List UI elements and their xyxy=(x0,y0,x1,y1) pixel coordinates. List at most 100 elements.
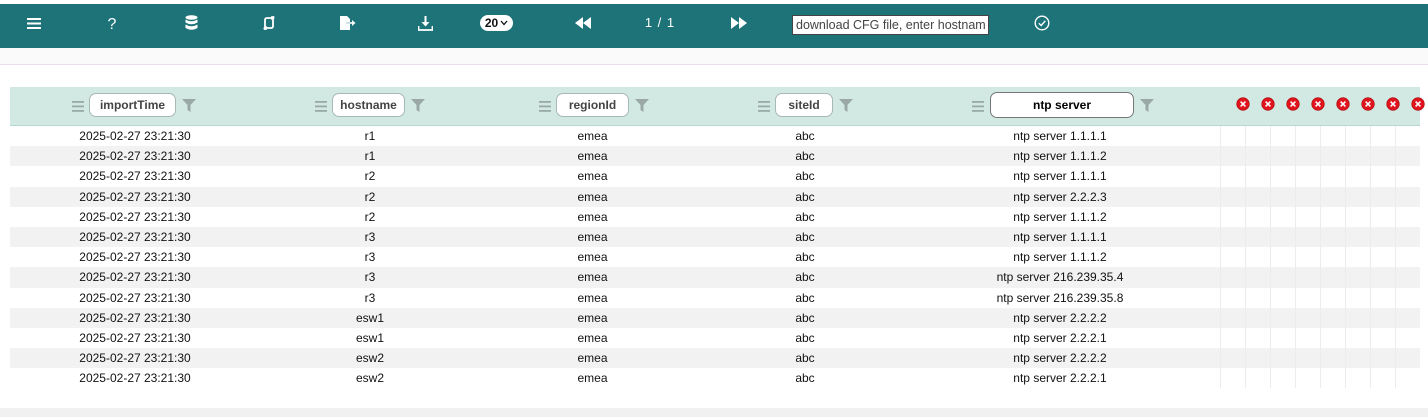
page-size-select[interactable]: 20 xyxy=(480,15,513,31)
table-row[interactable]: 2025-02-27 23:21:30 esw1 emea abc ntp server… xyxy=(10,307,1420,328)
column-sort-button[interactable]: ntp server xyxy=(990,92,1134,118)
hostname-search-input[interactable] xyxy=(792,15,989,35)
grid-divider xyxy=(1270,327,1271,349)
cell-import-time: 2025-02-27 23:21:30 xyxy=(79,351,191,366)
grid-divider xyxy=(1320,267,1321,288)
grid-divider xyxy=(1370,247,1371,268)
grid-divider xyxy=(1320,287,1321,308)
grid-divider xyxy=(1245,186,1246,207)
column-sort-button[interactable]: hostname xyxy=(332,93,405,117)
rewind-icon[interactable] xyxy=(574,12,592,34)
grid-divider xyxy=(1320,146,1321,167)
clear-filter-icon[interactable] xyxy=(1411,97,1425,111)
clear-filter-icon[interactable] xyxy=(1386,97,1400,111)
column-sort-button[interactable]: regionId xyxy=(556,93,629,117)
column-menu-icon[interactable] xyxy=(972,101,984,112)
grid-divider xyxy=(1295,267,1296,288)
table-row[interactable]: 2025-02-27 23:21:30 r3 emea abc ntp server 1… xyxy=(10,247,1420,268)
grid-divider xyxy=(1345,348,1346,369)
clear-filter-icon[interactable] xyxy=(1261,97,1275,111)
filter-icon[interactable] xyxy=(411,99,425,112)
grid-divider xyxy=(1295,348,1296,369)
fast-forward-icon[interactable] xyxy=(730,12,748,34)
column-sort-button[interactable]: siteId xyxy=(775,93,833,117)
download-icon[interactable] xyxy=(416,12,434,34)
grid-divider xyxy=(1270,226,1271,248)
check-circle-icon[interactable] xyxy=(1033,12,1051,34)
grid-divider xyxy=(1295,206,1296,227)
cell-ntp-server: ntp server 1.1.1.1 xyxy=(1013,229,1107,244)
grid-divider xyxy=(1395,186,1396,207)
column-menu-icon[interactable] xyxy=(72,101,84,112)
grid-divider xyxy=(1370,146,1371,167)
column-menu-icon[interactable] xyxy=(758,101,770,112)
grid-divider xyxy=(1220,307,1221,328)
cell-import-time: 2025-02-27 23:21:30 xyxy=(79,371,191,386)
cell-region-id: emea xyxy=(577,310,608,325)
clear-filter-icon[interactable] xyxy=(1361,97,1375,111)
cell-import-time: 2025-02-27 23:21:30 xyxy=(79,169,191,184)
filter-icon[interactable] xyxy=(182,99,196,112)
menu-icon[interactable] xyxy=(26,12,42,34)
table-row[interactable]: 2025-02-27 23:21:30 esw1 emea abc ntp server… xyxy=(10,327,1420,349)
grid-divider xyxy=(1345,226,1346,248)
grid-divider xyxy=(1320,327,1321,349)
grid-divider xyxy=(1370,307,1371,328)
grid-divider xyxy=(1245,327,1246,349)
grid-divider xyxy=(1220,287,1221,308)
column-menu-icon[interactable] xyxy=(315,101,327,112)
cell-site-id: abc xyxy=(795,310,815,325)
grid-divider xyxy=(1395,327,1396,349)
help-icon[interactable]: ? xyxy=(104,12,120,34)
column-menu-icon[interactable] xyxy=(539,101,551,112)
grid-divider xyxy=(1345,327,1346,349)
grid-divider xyxy=(1320,186,1321,207)
table-row[interactable]: 2025-02-27 23:21:30 r3 emea abc ntp server 2… xyxy=(10,287,1420,308)
table-row[interactable]: 2025-02-27 23:21:30 r1 emea abc ntp server 1… xyxy=(10,146,1420,167)
grid-divider xyxy=(1395,166,1396,187)
cell-region-id: emea xyxy=(577,371,608,386)
grid-divider xyxy=(1295,226,1296,248)
grid-divider xyxy=(1245,307,1246,328)
grid-divider xyxy=(1320,247,1321,268)
filter-icon[interactable] xyxy=(839,99,853,112)
cell-import-time: 2025-02-27 23:21:30 xyxy=(79,270,191,285)
grid-divider xyxy=(1370,166,1371,187)
cell-import-time: 2025-02-27 23:21:30 xyxy=(79,209,191,224)
table-row[interactable]: 2025-02-27 23:21:30 esw2 emea abc ntp server… xyxy=(10,348,1420,369)
table-row[interactable]: 2025-02-27 23:21:30 r2 emea abc ntp server 1… xyxy=(10,166,1420,187)
grid-divider xyxy=(1220,348,1221,369)
svg-text:?: ? xyxy=(108,16,117,31)
cell-ntp-server: ntp server 2.2.2.2 xyxy=(1013,351,1107,366)
database-icon[interactable] xyxy=(182,12,200,34)
filter-icon[interactable] xyxy=(1140,99,1154,112)
grid-divider xyxy=(1395,226,1396,248)
filter-icon[interactable] xyxy=(635,99,649,112)
grid-divider xyxy=(1245,267,1246,288)
grid-divider xyxy=(1220,368,1221,389)
grid-divider xyxy=(1345,126,1346,147)
table-row[interactable]: 2025-02-27 23:21:30 r1 emea abc ntp server 1… xyxy=(10,126,1420,147)
cell-site-id: abc xyxy=(795,290,815,305)
export-icon[interactable] xyxy=(338,12,356,34)
grid-divider xyxy=(1270,287,1271,308)
table-row[interactable]: 2025-02-27 23:21:30 r2 emea abc ntp server 2… xyxy=(10,186,1420,207)
clear-filter-icon[interactable] xyxy=(1236,97,1250,111)
grid-divider xyxy=(1220,226,1221,248)
grid-divider xyxy=(1295,247,1296,268)
table-header: importTime hostname regionId siteId ntp … xyxy=(10,87,1425,126)
column-sort-button[interactable]: importTime xyxy=(89,93,176,117)
grid-divider xyxy=(1370,226,1371,248)
clear-filter-icon[interactable] xyxy=(1336,97,1350,111)
table-row[interactable]: 2025-02-27 23:21:30 esw2 emea abc ntp server… xyxy=(10,368,1420,389)
cell-region-id: emea xyxy=(577,169,608,184)
table-row[interactable]: 2025-02-27 23:21:30 r3 emea abc ntp server 1… xyxy=(10,226,1420,248)
grid-divider xyxy=(1320,307,1321,328)
sync-icon[interactable] xyxy=(260,12,278,34)
cell-ntp-server: ntp server 2.2.2.2 xyxy=(1013,310,1107,325)
cell-region-id: emea xyxy=(577,189,608,204)
table-row[interactable]: 2025-02-27 23:21:30 r3 emea abc ntp server 2… xyxy=(10,267,1420,288)
table-row[interactable]: 2025-02-27 23:21:30 r2 emea abc ntp server 1… xyxy=(10,206,1420,227)
clear-filter-icon[interactable] xyxy=(1311,97,1325,111)
clear-filter-icon[interactable] xyxy=(1286,97,1300,111)
